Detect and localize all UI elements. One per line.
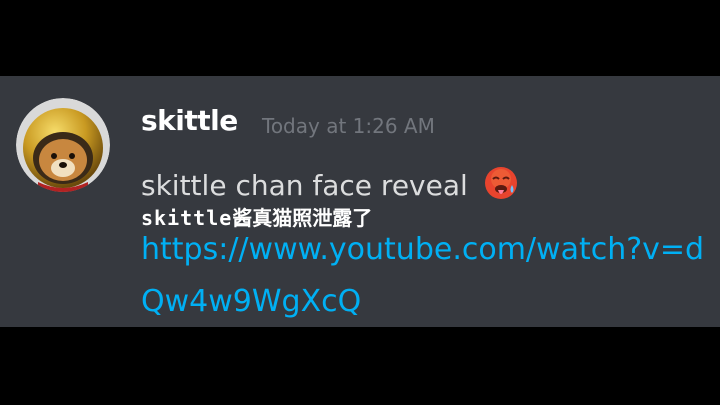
message-timestamp: Today at 1:26 AM xyxy=(262,114,435,138)
chat-message: skittle Today at 1:26 AM skittle chan fa… xyxy=(0,76,720,327)
hot-face-emoji-icon xyxy=(483,165,519,208)
username[interactable]: skittle xyxy=(141,104,238,137)
message-text-content: skittle chan face reveal xyxy=(141,169,468,202)
youtube-link[interactable]: https://www.youtube.com/watch?v=dQw4w9Wg… xyxy=(141,224,711,328)
dog-helmet-avatar-icon xyxy=(16,98,110,192)
user-avatar[interactable] xyxy=(16,98,110,192)
letterbox-top xyxy=(0,0,720,76)
letterbox-bottom xyxy=(0,327,720,405)
